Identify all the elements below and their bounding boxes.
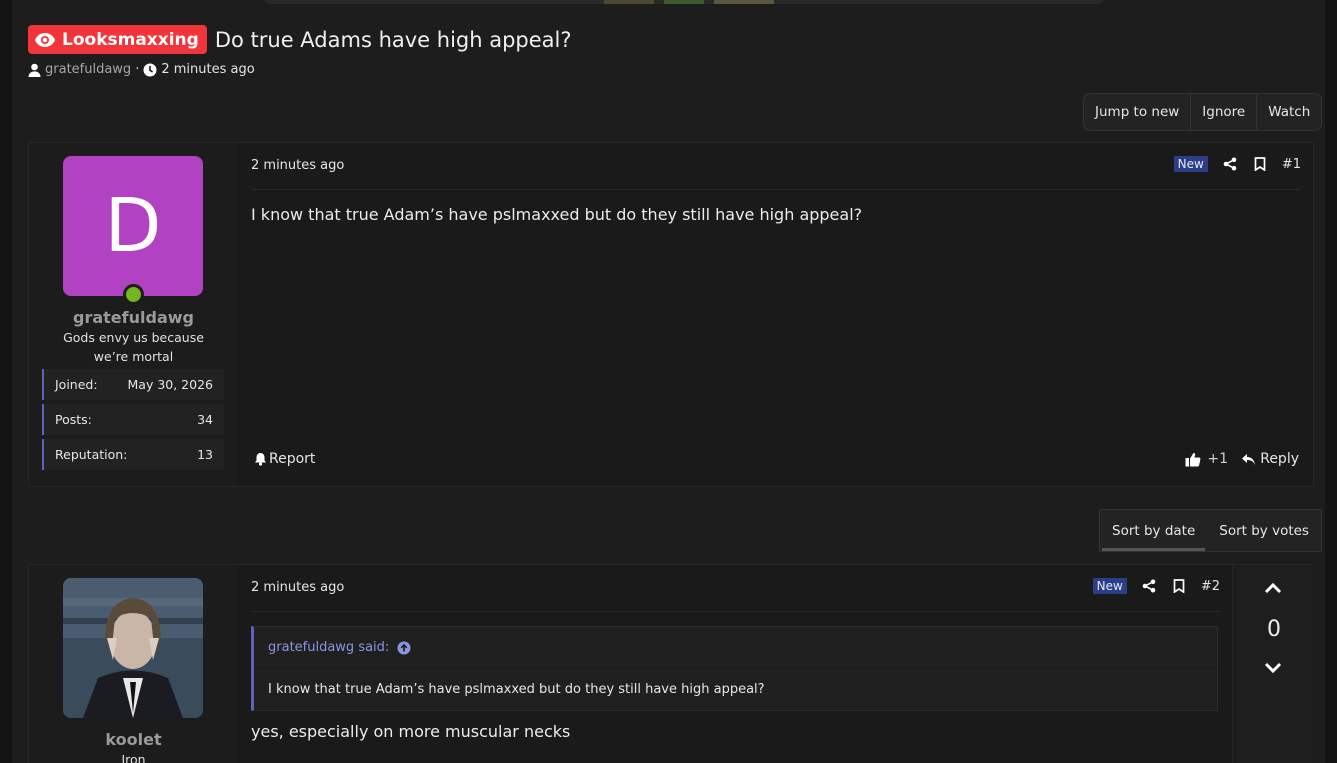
post-header: 2 minutes ago New #2 [251, 578, 1220, 612]
quote-block: gratefuldawg said: I know that true Adam… [251, 626, 1218, 711]
avatar-letter: D [104, 183, 162, 269]
post-1: D gratefuldawg Gods envy us because we’r… [28, 142, 1314, 487]
sort-tabs: Sort by date Sort by votes [1099, 509, 1322, 552]
stat-reputation: Reputation: 13 [42, 439, 224, 470]
post-2: koolet Iron 2 minutes ago New #2 gratefu… [28, 564, 1314, 763]
stat-posts: Posts: 34 [42, 404, 224, 435]
reply-icon [1242, 453, 1256, 465]
reply-button[interactable]: Reply [1241, 451, 1299, 467]
post-number[interactable]: #2 [1201, 579, 1220, 594]
quote-author-link[interactable]: gratefuldawg said: [268, 640, 389, 655]
avatar[interactable]: D [63, 156, 203, 296]
upvote-chevron-icon[interactable] [1264, 582, 1282, 594]
ignore-button[interactable]: Ignore [1191, 94, 1258, 130]
prefix-label: Looksmaxxing [62, 29, 199, 50]
post-body: yes, especially on more muscular necks [251, 722, 571, 741]
like-button[interactable]: +1 [1185, 451, 1228, 467]
stat-value: 13 [197, 447, 213, 462]
new-badge: New [1092, 578, 1127, 594]
share-icon[interactable] [1222, 156, 1238, 172]
bookmark-icon[interactable] [1252, 156, 1268, 172]
thread-time[interactable]: 2 minutes ago [161, 62, 254, 77]
quote-header: gratefuldawg said: [254, 627, 1217, 669]
eye-icon [35, 32, 55, 47]
meta-separator: · [135, 62, 140, 77]
stat-label: Reputation: [55, 447, 128, 462]
user-icon [28, 63, 41, 77]
share-icon[interactable] [1141, 578, 1157, 594]
post-number[interactable]: #1 [1282, 157, 1301, 172]
stat-label: Posts: [55, 412, 92, 427]
user-cell: D gratefuldawg Gods envy us because we’r… [29, 143, 238, 486]
jump-to-new-button[interactable]: Jump to new [1084, 94, 1192, 130]
post-body: I know that true Adam’s have pslmaxxed b… [251, 205, 863, 224]
report-label: Report [269, 451, 316, 467]
prefix-badge[interactable]: Looksmaxxing [28, 25, 207, 54]
vote-count: 0 [1267, 617, 1281, 642]
user-title: Iron [121, 752, 146, 763]
like-count: +1 [1207, 451, 1228, 467]
user-title: Gods envy us because we’re mortal [63, 330, 204, 364]
stat-label: Joined: [55, 377, 98, 392]
bell-icon [255, 453, 266, 466]
stat-value: 34 [197, 412, 213, 427]
username-link[interactable]: gratefuldawg [29, 308, 238, 327]
username-link[interactable]: koolet [29, 730, 238, 749]
watch-button[interactable]: Watch [1257, 94, 1321, 130]
clock-icon [143, 63, 157, 76]
online-indicator [123, 284, 144, 305]
arrow-up-circle-icon[interactable] [397, 641, 411, 655]
user-cell: koolet Iron [29, 565, 238, 763]
stat-value: May 30, 2026 [127, 377, 213, 392]
thumbs-up-icon [1185, 452, 1201, 466]
downvote-chevron-icon[interactable] [1264, 662, 1282, 674]
thread-meta: gratefuldawg · 2 minutes ago [28, 62, 255, 77]
page: Looksmaxxing Do true Adams have high app… [12, 0, 1325, 763]
thread-actions: Jump to new Ignore Watch [1083, 93, 1323, 131]
thread-author-link[interactable]: gratefuldawg [45, 62, 131, 77]
vote-column: 0 [1232, 565, 1314, 763]
stat-joined: Joined: May 30, 2026 [42, 369, 224, 400]
avatar[interactable] [63, 578, 203, 718]
avatar-photo [63, 578, 203, 718]
page-title: Do true Adams have high appeal? [214, 27, 572, 52]
bookmark-icon[interactable] [1171, 578, 1187, 594]
new-badge: New [1173, 156, 1208, 172]
post-time[interactable]: 2 minutes ago [251, 580, 344, 595]
sort-by-votes-tab[interactable]: Sort by votes [1207, 510, 1321, 551]
report-button[interactable]: Report [254, 451, 315, 467]
post-time[interactable]: 2 minutes ago [251, 158, 344, 173]
reply-label: Reply [1260, 451, 1299, 467]
thread-title: Looksmaxxing Do true Adams have high app… [28, 25, 572, 54]
banner-image [264, 0, 1104, 4]
sort-by-date-tab[interactable]: Sort by date [1100, 510, 1207, 551]
post-header: 2 minutes ago New #1 [251, 156, 1301, 190]
quote-text: I know that true Adam’s have pslmaxxed b… [268, 682, 765, 697]
